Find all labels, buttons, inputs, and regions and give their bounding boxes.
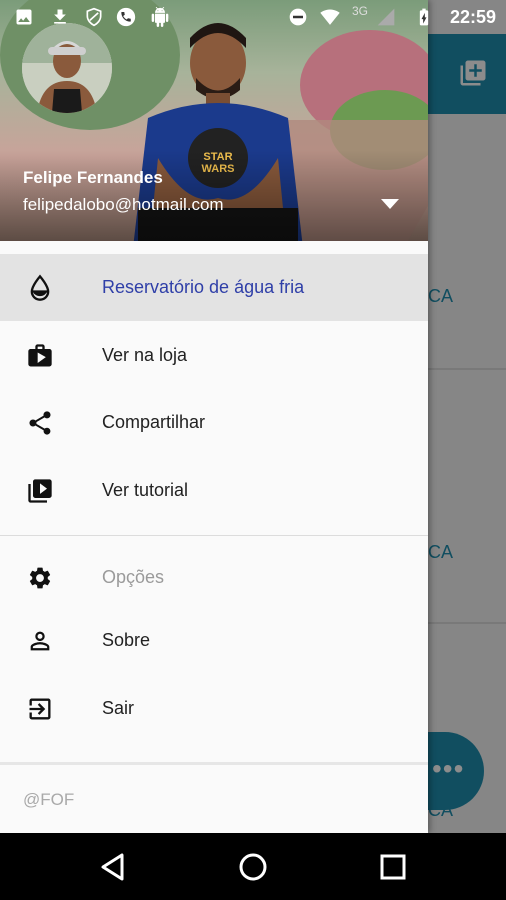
chevron-down-icon[interactable] [381,199,399,209]
menu-item-sobre[interactable]: Sobre [0,607,428,674]
water-drop-icon [25,273,55,303]
menu-item-reservatorio[interactable]: Reservatório de água fria [0,254,428,321]
network-type: 3G [352,4,369,18]
battery-charging-icon [419,8,429,26]
download-icon [54,9,66,24]
menu-item-ver-tutorial[interactable]: Ver tutorial [0,457,428,524]
menu-divider [0,535,428,536]
blocked-shield-icon [86,7,102,27]
recents-icon[interactable] [377,851,409,883]
menu-item-label: Sobre [102,630,151,650]
user-name: Felipe Fernandes [23,168,163,187]
image-icon [16,9,32,25]
menu-item-label: Sair [102,698,135,718]
person-icon [25,626,55,656]
video-library-icon [25,476,55,506]
menu-item-label: Ver tutorial [102,480,189,500]
menu-item-label: Reservatório de água fria [102,277,305,297]
do-not-disturb-icon [289,8,307,26]
signal-icon [377,8,395,26]
status-bar: 3G 22:59 [0,0,506,34]
wifi-icon [320,9,340,25]
store-icon [25,341,55,371]
footer-text: @FOF [23,790,75,809]
system-nav-bar [0,833,506,900]
avatar-photo [22,23,112,113]
menu-item-sair[interactable]: Sair [0,675,428,742]
exit-icon [25,694,55,724]
menu-item-label: Opções [102,567,165,587]
menu-item-label: Compartilhar [102,412,206,432]
menu-item-label: Ver na loja [102,345,188,365]
share-icon [25,408,55,438]
navigation-drawer: STAR WARS Felipe Fernandes felipedalobo@… [0,0,428,833]
drawer-header: STAR WARS Felipe Fernandes felipedalobo@… [0,0,428,241]
menu-item-opcoes: Opções [0,544,428,611]
back-icon[interactable] [98,851,130,883]
footer-divider [0,762,428,765]
user-email: felipedalobo@hotmail.com [23,195,224,214]
phone-call-icon [116,7,136,27]
gear-icon [25,563,55,593]
android-icon [151,7,169,27]
clock: 22:59 [449,7,496,27]
menu-item-ver-na-loja[interactable]: Ver na loja [0,322,428,389]
menu-item-compartilhar[interactable]: Compartilhar [0,389,428,456]
home-icon[interactable] [237,851,269,883]
avatar[interactable] [22,23,112,113]
